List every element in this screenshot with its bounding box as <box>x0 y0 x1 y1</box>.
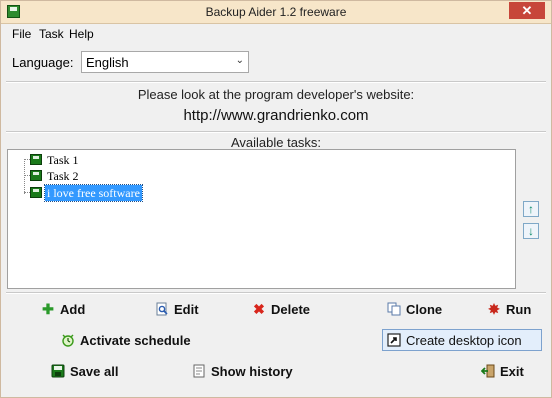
show-history-button[interactable]: Show history <box>188 360 297 382</box>
menu-bar: File Task Help <box>1 24 551 42</box>
move-down-button[interactable]: ↓ <box>523 223 539 239</box>
show-history-label: Show history <box>211 363 293 379</box>
edit-button[interactable]: Edit <box>151 298 203 320</box>
alarm-clock-icon <box>61 333 75 347</box>
run-button[interactable]: ✸ Run <box>483 298 535 320</box>
disk-icon <box>51 364 65 378</box>
tree-connector <box>24 159 25 194</box>
task-label: Task 2 <box>47 169 79 183</box>
exit-button[interactable]: Exit <box>477 360 528 382</box>
exit-label: Exit <box>500 363 524 379</box>
task-disk-icon <box>30 154 42 165</box>
language-select[interactable]: English ⌄ <box>81 51 249 73</box>
clone-button[interactable]: Clone <box>383 298 446 320</box>
developer-url[interactable]: http://www.grandrienko.com <box>1 107 551 124</box>
divider <box>6 131 546 133</box>
language-label: Language: <box>12 55 74 70</box>
save-all-button[interactable]: Save all <box>47 360 122 382</box>
task-label: Task 1 <box>47 153 79 167</box>
shortcut-arrow-icon <box>387 333 401 347</box>
clone-label: Clone <box>406 301 443 317</box>
developer-message: Please look at the program developer's w… <box>137 87 415 102</box>
available-tasks-label: Available tasks: <box>230 135 322 150</box>
plus-icon: ✚ <box>42 301 54 317</box>
create-desktop-icon-label: Create desktop icon <box>406 332 522 348</box>
exit-door-icon <box>480 364 495 378</box>
window-title: Backup Aider 1.2 freeware <box>205 5 347 19</box>
task-list[interactable]: Task 1 Task 2 i love free software <box>7 149 516 289</box>
title-bar[interactable]: Backup Aider 1.2 freeware ✕ <box>1 1 551 24</box>
divider <box>6 81 546 83</box>
language-selected-value: English <box>86 55 129 70</box>
move-up-button[interactable]: ↑ <box>523 201 539 217</box>
delete-label: Delete <box>271 301 311 317</box>
edit-label: Edit <box>174 301 199 317</box>
task-disk-icon <box>30 187 42 198</box>
menu-file[interactable]: File <box>12 27 31 41</box>
close-button[interactable]: ✕ <box>509 2 545 19</box>
divider <box>6 292 546 294</box>
save-all-label: Save all <box>70 363 119 379</box>
backup-aider-window: Backup Aider 1.2 freeware ✕ File Task He… <box>0 0 552 398</box>
menu-help[interactable]: Help <box>69 27 94 41</box>
task-disk-icon <box>30 170 42 181</box>
copy-pages-icon <box>387 302 401 316</box>
chevron-down-icon: ⌄ <box>235 55 244 66</box>
gear-icon: ✸ <box>488 301 500 317</box>
task-order-panel <box>516 149 546 289</box>
menu-task[interactable]: Task <box>39 27 64 41</box>
delete-button[interactable]: ✖ Delete <box>248 298 314 320</box>
run-label: Run <box>506 301 532 317</box>
red-x-icon: ✖ <box>253 301 265 317</box>
add-button[interactable]: ✚ Add <box>37 298 89 320</box>
task-label: i love free software <box>44 184 143 202</box>
activate-schedule-label: Activate schedule <box>80 332 191 348</box>
add-label: Add <box>60 301 86 317</box>
document-icon <box>192 364 206 378</box>
activate-schedule-button[interactable]: Activate schedule <box>57 329 195 351</box>
magnifier-page-icon <box>155 302 169 316</box>
create-desktop-icon-button[interactable]: Create desktop icon <box>382 329 542 351</box>
